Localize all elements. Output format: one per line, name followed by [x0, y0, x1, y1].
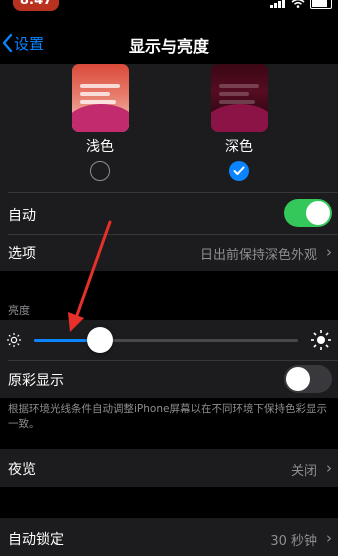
status-time: 8:47	[13, 0, 59, 11]
night-shift-label: 夜览	[8, 462, 36, 478]
automatic-label: 自动	[8, 208, 36, 224]
true-tone-description: 根据环境光线条件自动调整iPhone屏幕以在不同环境下保持色彩显示一致。	[8, 403, 327, 430]
status-bar: 8:47	[0, 0, 338, 14]
chevron-right-icon: ›	[326, 459, 332, 477]
automatic-toggle[interactable]	[284, 199, 332, 227]
dark-mode-label: 深色	[225, 139, 253, 155]
light-mode-preview[interactable]	[72, 64, 129, 132]
wifi-icon	[291, 0, 305, 8]
chevron-right-icon: ›	[326, 243, 332, 261]
brightness-header: 亮度	[8, 304, 30, 317]
light-mode-label: 浅色	[86, 139, 114, 155]
options-value: 日出前保持深色外观	[199, 248, 317, 263]
status-icons	[270, 0, 332, 9]
true-tone-label: 原彩显示	[8, 373, 64, 389]
auto-lock-value: 30 秒钟	[270, 534, 317, 549]
auto-lock-row[interactable]: 自动锁定 30 秒钟 ›	[0, 518, 338, 556]
options-label: 选项	[8, 246, 36, 262]
brightness-slider-track[interactable]	[34, 339, 298, 342]
automatic-row: 自动	[0, 192, 338, 234]
night-shift-row[interactable]: 夜览 关闭 ›	[0, 449, 338, 487]
options-row[interactable]: 选项 日出前保持深色外观 ›	[0, 234, 338, 271]
light-mode-radio[interactable]	[90, 161, 110, 181]
dark-mode-radio[interactable]	[229, 161, 249, 181]
battery-icon	[310, 0, 332, 9]
auto-lock-label: 自动锁定	[8, 532, 64, 548]
night-shift-value: 关闭	[290, 464, 317, 479]
sun-large-icon	[311, 330, 331, 350]
checkmark-icon	[233, 166, 245, 175]
signal-icon	[270, 0, 285, 8]
true-tone-row: 原彩显示	[0, 360, 338, 398]
sun-small-icon	[7, 333, 21, 347]
brightness-slider-thumb[interactable]	[87, 327, 113, 353]
chevron-right-icon: ›	[326, 529, 332, 547]
appearance-section: 浅色 深色	[0, 64, 338, 192]
true-tone-toggle[interactable]	[284, 365, 332, 393]
page-title: 显示与亮度	[128, 37, 209, 56]
navigation-bar: 设置 显示与亮度	[0, 20, 338, 64]
dark-mode-preview[interactable]	[211, 64, 268, 132]
